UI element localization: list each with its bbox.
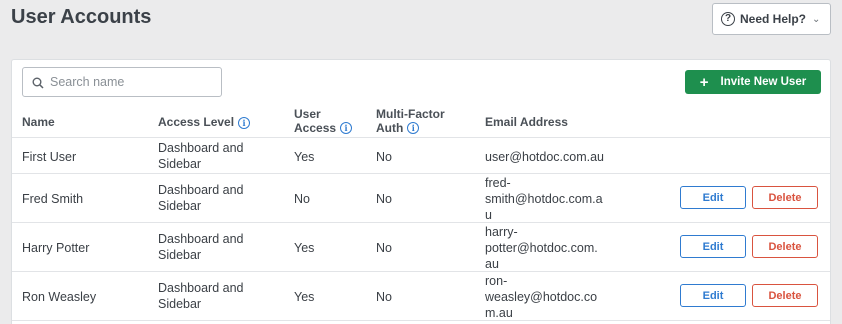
access-level: Dashboard and Sidebar <box>158 183 244 213</box>
need-help-button[interactable]: ? Need Help? ⌄ <box>712 3 831 35</box>
user-name: First User <box>22 150 77 164</box>
email-value: user@hotdoc.com.au <box>485 150 605 164</box>
table-row: Fred Smith Dashboard and Sidebar No No fr… <box>12 175 830 223</box>
users-card: + Invite New User Name Access Leveli Use… <box>11 59 831 324</box>
header-email[interactable]: Email Address <box>485 115 568 129</box>
need-help-label: Need Help? <box>740 12 807 26</box>
delete-button[interactable]: Delete <box>752 284 818 307</box>
email-value: ron-weasley@hotdoc.co m.au <box>485 274 598 320</box>
delete-button[interactable]: Delete <box>752 235 818 258</box>
header-mfa-line1: Multi-Factor <box>376 107 445 121</box>
email-value: harry-potter@hotdoc.com. au <box>485 225 598 271</box>
header-name-label: Name <box>22 115 55 129</box>
user-access-value: No <box>294 192 310 206</box>
info-icon[interactable]: i <box>340 122 353 134</box>
chevron-down-icon: ⌄ <box>812 13 821 25</box>
email-value: fred-smith@hotdoc.com.a u <box>485 176 603 222</box>
mfa-value: No <box>376 290 392 304</box>
header-mfa[interactable]: Multi-Factor Auth i <box>376 107 445 135</box>
table-row: Harry Potter Dashboard and Sidebar Yes No… <box>12 224 830 272</box>
page-title: User Accounts <box>11 6 152 28</box>
info-icon[interactable]: i <box>238 117 251 129</box>
delete-button[interactable]: Delete <box>752 186 818 209</box>
user-name: Ron Weasley <box>22 290 97 304</box>
search-input[interactable] <box>50 75 210 89</box>
search-box[interactable] <box>22 67 222 97</box>
user-name: Harry Potter <box>22 241 90 255</box>
edit-button[interactable]: Edit <box>680 235 746 258</box>
header-user-access[interactable]: User Access i <box>294 107 353 135</box>
access-level: Dashboard and Sidebar <box>158 141 244 171</box>
header-user-access-line2: Access <box>294 121 337 135</box>
access-level: Dashboard and Sidebar <box>158 232 244 262</box>
access-level: Dashboard and Sidebar <box>158 281 244 311</box>
mfa-value: No <box>376 192 392 206</box>
user-name: Fred Smith <box>22 192 84 206</box>
edit-button[interactable]: Edit <box>680 284 746 307</box>
mfa-value: No <box>376 150 392 164</box>
question-circle-icon: ? <box>721 12 735 26</box>
header-access-level-label: Access Level <box>158 115 235 129</box>
table-row: Ron Weasley Dashboard and Sidebar Yes No … <box>12 273 830 321</box>
user-access-value: Yes <box>294 241 315 255</box>
table-header: Name Access Level i User Access i Multi-Fa… <box>12 100 830 138</box>
invite-label: Invite New User <box>720 76 807 88</box>
header-mfa-line2: Auth <box>376 121 404 135</box>
header-email-label: Email Address <box>485 115 568 129</box>
search-icon <box>32 76 44 89</box>
invite-new-user-button[interactable]: + Invite New User <box>685 70 821 94</box>
header-access-level[interactable]: Access Level i <box>158 115 251 129</box>
info-icon[interactable]: i <box>407 122 420 134</box>
plus-icon: + <box>699 73 709 91</box>
table-row: First User Dashboard and Sidebar Yes No u… <box>12 139 830 174</box>
header-name[interactable]: Name <box>22 115 55 129</box>
user-access-value: Yes <box>294 150 315 164</box>
header-user-access-line1: User <box>294 107 321 121</box>
edit-button[interactable]: Edit <box>680 186 746 209</box>
user-access-value: Yes <box>294 290 315 304</box>
mfa-value: No <box>376 241 392 255</box>
